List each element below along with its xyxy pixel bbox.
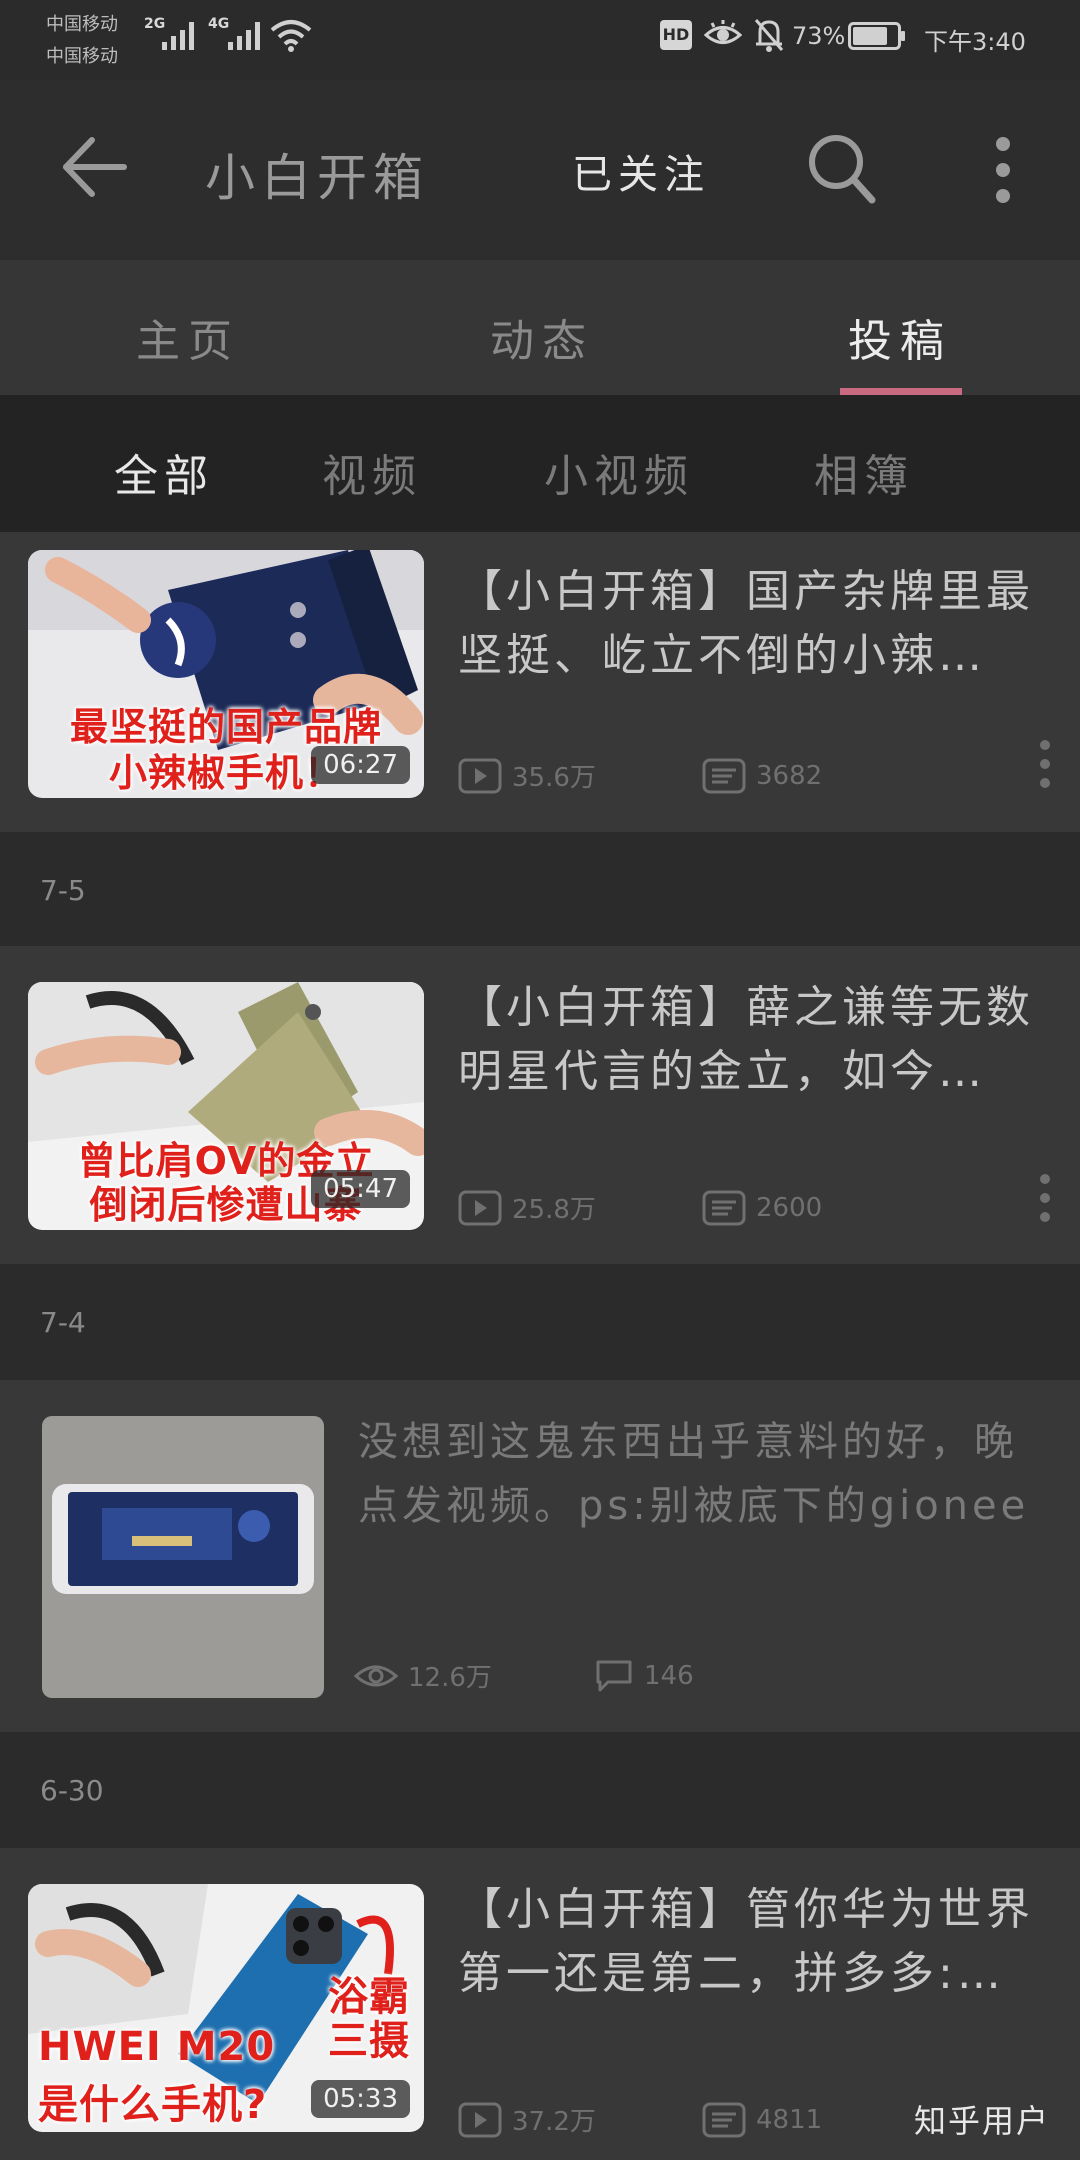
video-duration: 05:47 — [311, 1170, 410, 1208]
wifi-icon — [270, 20, 312, 52]
danmaku-icon — [702, 758, 746, 794]
video-duration: 06:27 — [311, 746, 410, 784]
danmaku-count: 3682 — [702, 758, 822, 794]
play-count-value: 37.2万 — [512, 2107, 596, 2137]
carrier-label: 中国移动 — [46, 46, 118, 67]
tab-home[interactable]: 主页 — [136, 305, 240, 369]
video-title[interactable]: 【小白开箱】薛之谦等无数明星代言的金立，如今… — [458, 976, 1058, 1104]
play-count-value: 35.6万 — [512, 763, 596, 793]
date-label: 7-5 — [40, 874, 86, 907]
video-duration: 05:33 — [311, 2080, 410, 2118]
subtab-short-video[interactable]: 小视频 — [544, 440, 694, 504]
item-more-icon[interactable] — [1038, 1172, 1052, 1224]
feed-item[interactable]: 最坚挺的国产品牌 小辣椒手机！ 06:27 【小白开箱】国产杂牌里最坚挺、屹立不… — [0, 532, 1080, 832]
date-label: 6-30 — [40, 1774, 104, 1807]
play-count-value: 25.8万 — [512, 1195, 596, 1225]
date-label: 7-4 — [40, 1306, 86, 1339]
danmaku-count-value: 2600 — [756, 1193, 823, 1223]
tab-activity[interactable]: 动态 — [490, 305, 594, 369]
back-arrow-icon[interactable] — [60, 132, 130, 202]
main-tab-bar: 主页 动态 投稿 — [0, 260, 1080, 395]
thumbnail-caption: HWEI M20 — [38, 2024, 276, 2070]
carrier-label: 中国移动 — [46, 14, 118, 35]
feed-item[interactable]: 没想到这鬼东西出乎意料的好，晚点发视频。ps:别被底下的gionee迷… 12.… — [0, 1380, 1080, 1732]
video-title[interactable]: 【小白开箱】管你华为世界第一还是第二，拼多多:… — [458, 1878, 1058, 2006]
mute-bell-icon — [754, 19, 784, 52]
eye-icon — [354, 1665, 398, 1686]
clock: 下午3:40 — [924, 28, 1026, 56]
view-count-value: 12.6万 — [408, 1663, 492, 1693]
eye-comfort-icon — [704, 20, 742, 44]
play-count: 25.8万 — [458, 1189, 596, 1226]
signal-icon — [228, 22, 260, 50]
danmaku-count-value: 4811 — [756, 2105, 823, 2135]
comment-count-value: 146 — [644, 1661, 694, 1691]
network-type-label: 4G — [208, 16, 230, 32]
play-count: 37.2万 — [458, 2101, 596, 2138]
subtab-video[interactable]: 视频 — [322, 440, 422, 504]
play-icon — [458, 758, 502, 793]
view-count: 12.6万 — [354, 1657, 492, 1694]
date-separator: 6-30 — [0, 1732, 1080, 1848]
danmaku-count: 2600 — [702, 1190, 822, 1226]
video-thumbnail[interactable]: 最坚挺的国产品牌 小辣椒手机！ 06:27 — [28, 550, 424, 798]
subtab-album[interactable]: 相簿 — [814, 440, 914, 504]
video-thumbnail[interactable]: HWEI M20 是什么手机? 浴霸 三摄 05:33 — [28, 1884, 424, 2132]
more-options-icon[interactable] — [990, 130, 1016, 210]
thumbnail-caption: 是什么手机? — [38, 2082, 268, 2128]
channel-title: 小白开箱 — [205, 149, 429, 207]
post-text[interactable]: 没想到这鬼东西出乎意料的好，晚点发视频。ps:别被底下的gionee迷… — [358, 1410, 1038, 1538]
comment-icon — [596, 1660, 632, 1692]
play-count: 35.6万 — [458, 757, 596, 794]
danmaku-icon — [702, 1190, 746, 1226]
battery-percent: 73% — [792, 22, 846, 50]
hd-badge: HD — [660, 20, 692, 50]
date-separator: 7-5 — [0, 832, 1080, 946]
play-icon — [458, 2102, 502, 2137]
play-icon — [458, 1190, 502, 1225]
follow-button[interactable]: 已关注 — [572, 142, 710, 200]
subtab-all[interactable]: 全部 — [114, 440, 214, 504]
thumbnail-image — [42, 1416, 324, 1698]
video-thumbnail[interactable]: 曾比肩OV的金立 倒闭后惨遭山寨 05:47 — [28, 982, 424, 1230]
danmaku-icon — [702, 2102, 746, 2138]
sub-tab-bar: 全部 视频 小视频 相簿 — [0, 395, 1080, 532]
tab-submissions[interactable]: 投稿 — [848, 305, 952, 369]
active-tab-indicator — [840, 388, 962, 395]
watermark: 知乎用户 — [913, 2102, 1050, 2140]
search-icon[interactable] — [806, 130, 878, 210]
danmaku-count: 4811 — [702, 2102, 822, 2138]
date-separator: 7-4 — [0, 1264, 1080, 1380]
post-image[interactable] — [42, 1416, 324, 1698]
video-title[interactable]: 【小白开箱】国产杂牌里最坚挺、屹立不倒的小辣… — [458, 560, 1058, 688]
feed-item[interactable]: 曾比肩OV的金立 倒闭后惨遭山寨 05:47 【小白开箱】薛之谦等无数明星代言的… — [0, 946, 1080, 1264]
app-header: 小白开箱 已关注 — [0, 80, 1080, 260]
item-more-icon[interactable] — [1038, 738, 1052, 790]
thumbnail-badge: 三摄 — [328, 2018, 410, 2064]
battery-icon — [848, 22, 905, 50]
comment-count: 146 — [594, 1658, 694, 1694]
danmaku-count-value: 3682 — [756, 761, 823, 791]
signal-icon — [162, 22, 194, 50]
status-bar: 中国移动 中国移动 2G 4G HD 73% 下午3:40 — [0, 0, 1080, 80]
